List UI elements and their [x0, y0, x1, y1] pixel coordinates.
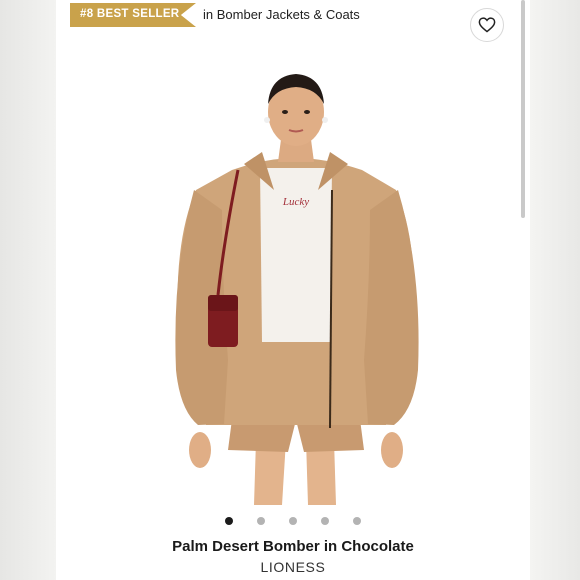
page-background-right — [530, 0, 580, 580]
heart-icon — [478, 17, 496, 33]
carousel-dot[interactable] — [353, 517, 361, 525]
product-title[interactable]: Palm Desert Bomber in Chocolate — [56, 538, 530, 555]
best-seller-text: #8 BEST SELLER — [80, 8, 180, 20]
page-background-left — [0, 0, 56, 580]
carousel-dot[interactable] — [225, 517, 233, 525]
favorite-button[interactable] — [470, 8, 504, 42]
category-link[interactable]: in Bomber Jackets & Coats — [203, 7, 360, 22]
carousel-dot[interactable] — [321, 517, 329, 525]
carousel-dot[interactable] — [257, 517, 265, 525]
scrollbar[interactable] — [521, 0, 525, 218]
carousel-dot[interactable] — [289, 517, 297, 525]
image-carousel-dots — [56, 517, 530, 525]
product-card: #8 BEST SELLER in Bomber Jackets & Coats… — [56, 0, 530, 580]
shirt-print-text: Lucky — [282, 196, 309, 208]
product-brand[interactable]: LIONESS — [56, 559, 530, 575]
product-image[interactable]: Lucky — [136, 40, 456, 510]
best-seller-badge[interactable]: #8 BEST SELLER — [70, 3, 196, 27]
